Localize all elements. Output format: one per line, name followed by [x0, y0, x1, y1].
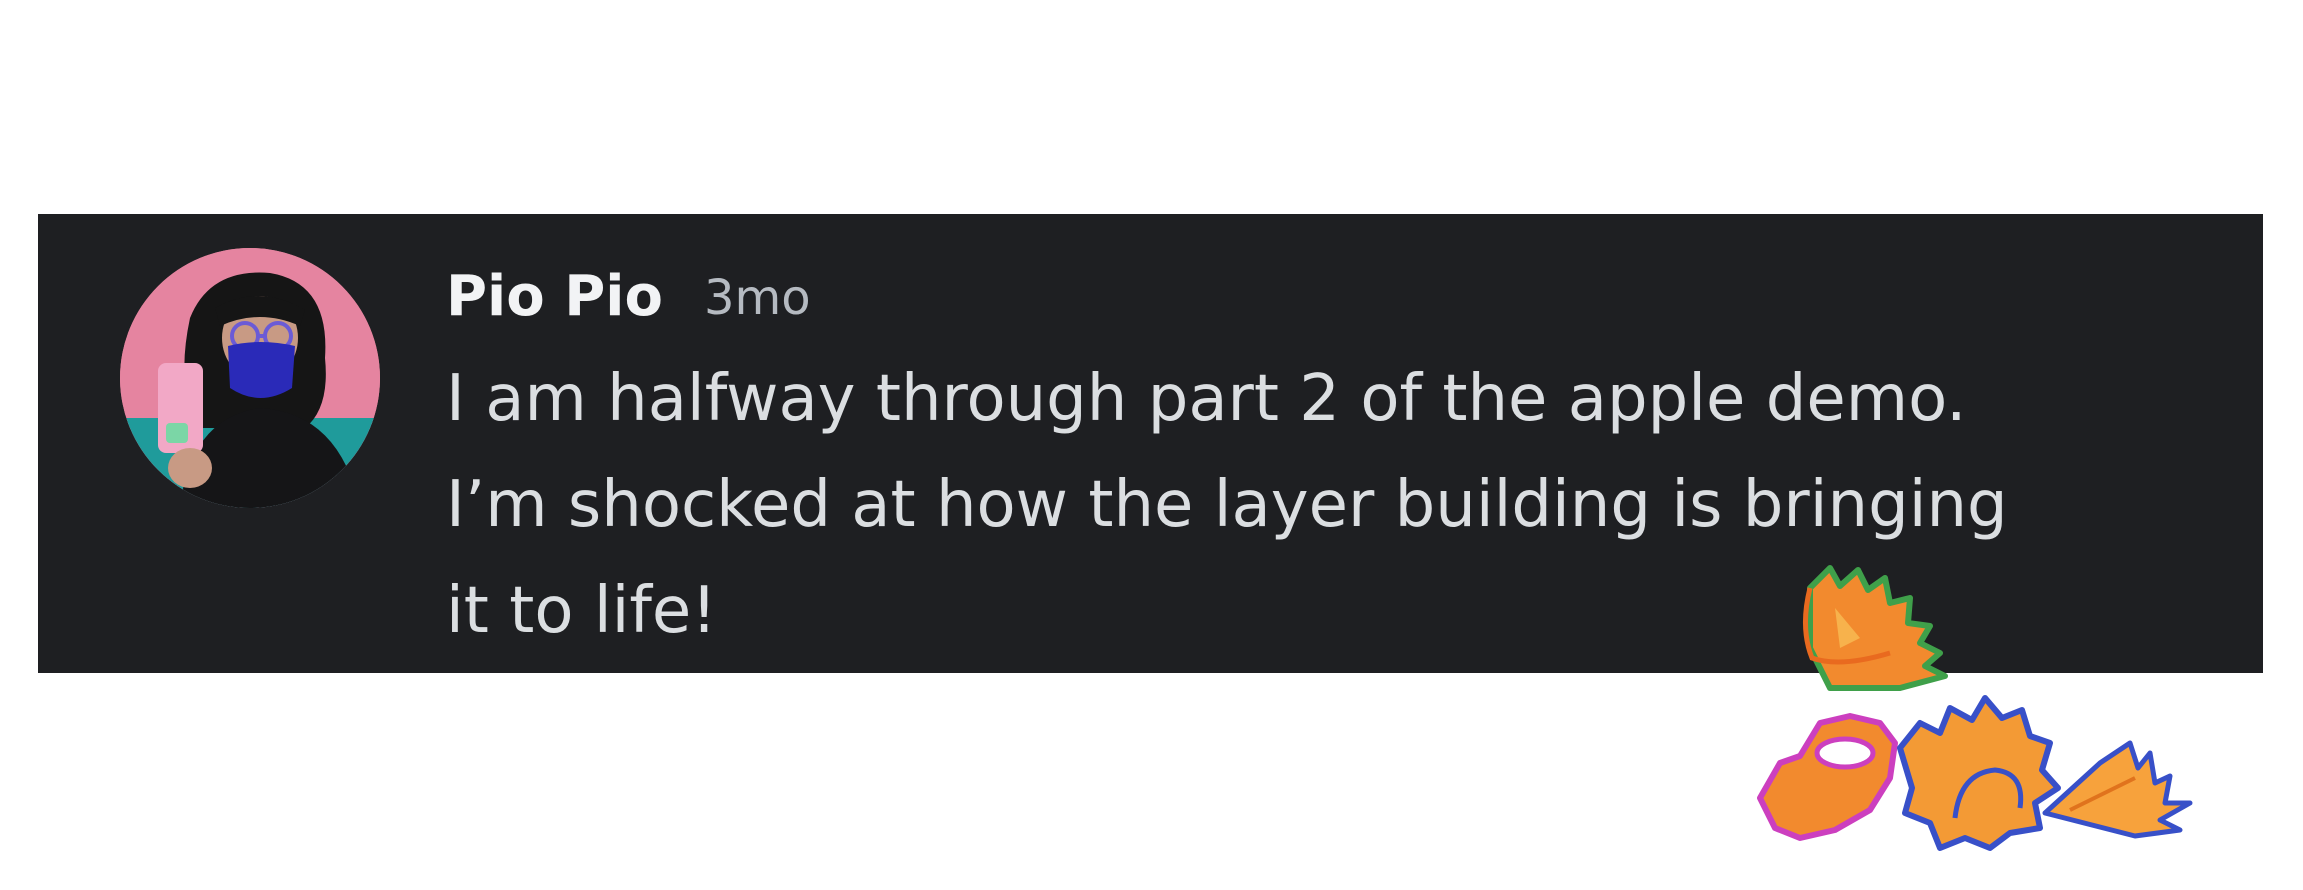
pencil-shavings-icon: [1740, 548, 2220, 886]
message-timestamp: 3mo: [704, 270, 811, 326]
message-author[interactable]: Pio Pio: [446, 262, 663, 332]
avatar-photo-icon: [120, 248, 380, 508]
message-line: I’m shocked at how the layer building is…: [446, 468, 2008, 542]
user-avatar[interactable]: [120, 248, 380, 508]
message-line: I am halfway through part 2 of the apple…: [446, 362, 1967, 436]
